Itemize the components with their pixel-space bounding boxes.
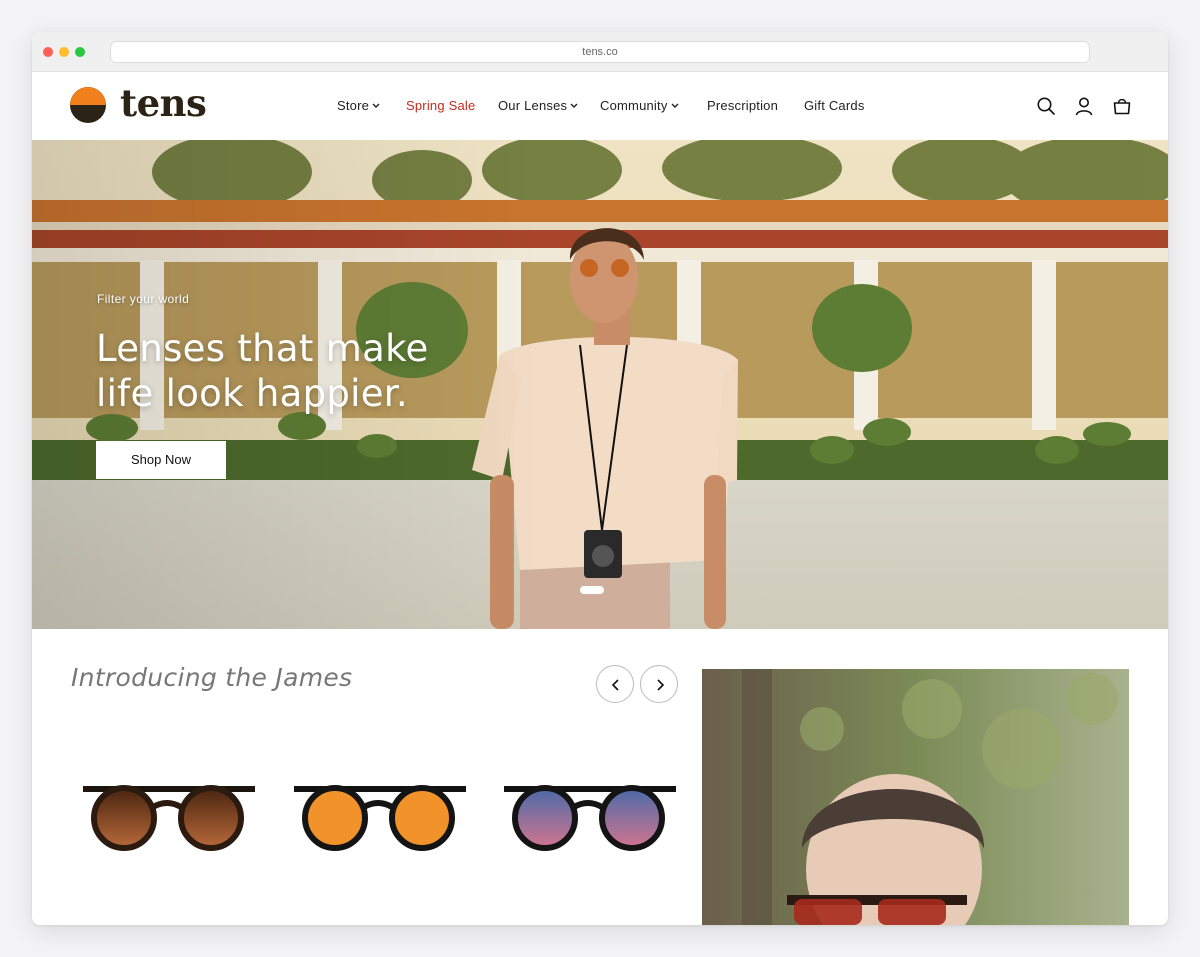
- nav-item-label: Store: [337, 98, 370, 113]
- nav-item-spring-sale[interactable]: Spring Sale: [406, 98, 475, 113]
- carousel-next-button[interactable]: [640, 665, 678, 703]
- minimize-window-button[interactable]: [59, 47, 69, 57]
- section-title: Introducing the James: [71, 663, 353, 692]
- shop-now-button[interactable]: Shop Now: [96, 441, 226, 479]
- chevron-down-icon: [570, 103, 578, 108]
- carousel-prev-button[interactable]: [596, 665, 634, 703]
- nav-item-label: Gift Cards: [804, 98, 865, 113]
- nav-item-label: Prescription: [707, 98, 779, 113]
- site-header: tens Store Spring Sale Our Lenses Commun…: [32, 72, 1168, 140]
- featured-product-section: Introducing the James: [32, 629, 1168, 925]
- nav-item-gift-cards[interactable]: Gift Cards: [804, 98, 865, 113]
- logo-mark-icon: [70, 87, 106, 123]
- cart-icon[interactable]: [1112, 96, 1132, 116]
- product-card-orange-sunglasses[interactable]: [290, 779, 470, 859]
- hero-banner: Filter your world Lenses that make life …: [32, 140, 1168, 629]
- hero-eyebrow: Filter your world: [97, 292, 190, 306]
- nav-item-label: Our Lenses: [498, 98, 568, 113]
- featured-model-photo: [702, 669, 1129, 925]
- carousel-indicator[interactable]: [580, 586, 604, 594]
- nav-item-label: Community: [600, 98, 668, 113]
- close-window-button[interactable]: [43, 47, 53, 57]
- brand-name: tens: [120, 81, 207, 125]
- chevron-right-icon: [657, 679, 665, 691]
- chevron-down-icon: [671, 103, 679, 108]
- browser-window: tens.co tens Store Spring Sale Our Lense…: [32, 32, 1168, 925]
- product-card-brown-sunglasses[interactable]: [79, 779, 259, 859]
- browser-toolbar: tens.co: [32, 32, 1168, 72]
- address-bar[interactable]: tens.co: [110, 41, 1090, 63]
- chevron-left-icon: [611, 679, 619, 691]
- nav-item-store[interactable]: Store: [337, 98, 380, 113]
- nav-item-community[interactable]: Community: [600, 98, 679, 113]
- hero-headline: Lenses that make life look happier.: [96, 327, 429, 415]
- nav-item-label: Spring Sale: [406, 98, 476, 113]
- account-icon[interactable]: [1074, 96, 1094, 116]
- product-card-blue-pink-sunglasses[interactable]: [500, 779, 680, 859]
- search-icon[interactable]: [1036, 96, 1056, 116]
- chevron-down-icon: [372, 103, 380, 108]
- maximize-window-button[interactable]: [75, 47, 85, 57]
- nav-item-our-lenses[interactable]: Our Lenses: [498, 98, 578, 113]
- nav-item-prescription[interactable]: Prescription: [707, 98, 778, 113]
